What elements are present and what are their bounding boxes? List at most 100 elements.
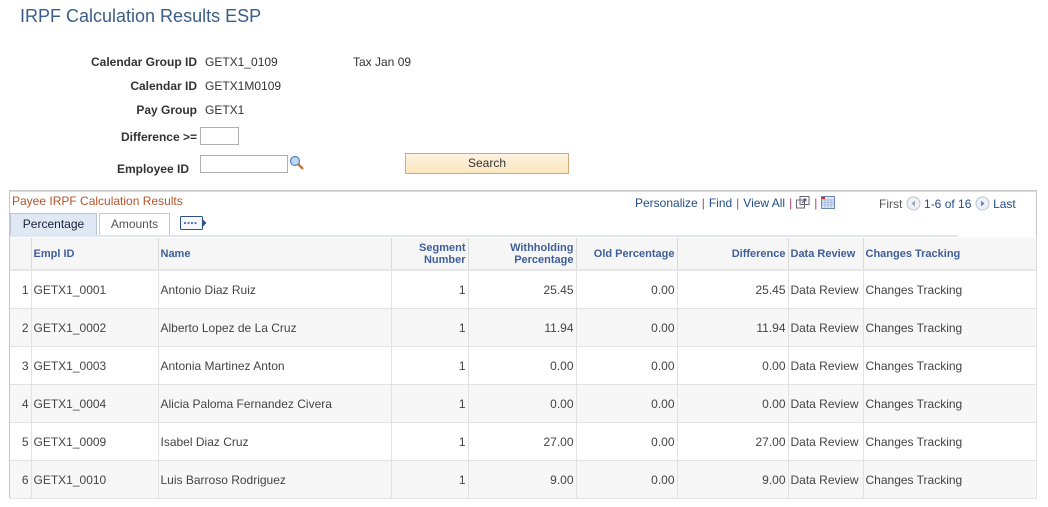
name-cell: Antonio Diaz Ruiz: [158, 270, 392, 309]
name-cell: Antonia Martinez Anton: [158, 346, 392, 385]
row-number: 4: [10, 384, 32, 423]
withholding-percentage-cell: 0.00: [468, 384, 577, 423]
difference-cell: 11.94: [677, 308, 789, 347]
tab-underline: [10, 235, 958, 237]
changes-tracking-link[interactable]: Changes Tracking: [863, 460, 1037, 499]
grid-toolbar: Personalize | Find | View All | |: [635, 196, 836, 212]
page-range: 1-6 of 16: [924, 197, 972, 212]
old-percentage-cell: 0.00: [576, 460, 678, 499]
old-percentage-cell: 0.00: [576, 270, 678, 309]
row-number: 5: [10, 422, 32, 461]
changes-tracking-link[interactable]: Changes Tracking: [863, 308, 1037, 347]
old-percentage-cell: 0.00: [576, 346, 678, 385]
row-number: 1: [10, 270, 32, 309]
withholding-percentage-cell: 11.94: [468, 308, 577, 347]
table-row: 2 GETX1_0002 Alberto Lopez de La Cruz 1 11.9…: [10, 308, 1037, 347]
empl-id-cell: GETX1_0010: [31, 460, 159, 499]
last-link[interactable]: Last: [993, 197, 1016, 211]
old-percentage-cell: 0.00: [576, 422, 678, 461]
pay-group-label: Pay Group: [136, 103, 197, 117]
segment-number-cell: 1: [391, 270, 469, 309]
name-cell: Luis Barroso Rodriguez: [158, 460, 392, 499]
changes-tracking-link[interactable]: Changes Tracking: [863, 270, 1037, 309]
difference-cell: 25.45: [677, 270, 789, 309]
data-review-link[interactable]: Data Review: [788, 460, 864, 499]
grid-title: Payee IRPF Calculation Results: [12, 194, 183, 208]
withholding-percentage-cell: 0.00: [468, 346, 577, 385]
empl-id-cell: GETX1_0003: [31, 346, 159, 385]
first-label[interactable]: First: [879, 197, 902, 211]
col-withholding-percentage[interactable]: Withholding Percentage: [468, 238, 577, 271]
empl-id-cell: GETX1_0001: [31, 270, 159, 309]
personalize-link[interactable]: Personalize: [635, 196, 698, 210]
col-row-number: [10, 238, 32, 271]
old-percentage-cell: 0.00: [576, 384, 678, 423]
difference-cell: 9.00: [677, 460, 789, 499]
withholding-percentage-cell: 25.45: [468, 270, 577, 309]
table-row: 5 GETX1_0009 Isabel Diaz Cruz 1 27.00 0.00 27.…: [10, 422, 1037, 461]
col-changes-tracking[interactable]: Changes Tracking: [863, 238, 1037, 271]
calendar-id-label: Calendar ID: [130, 79, 197, 93]
table-row: 1 GETX1_0001 Antonio Diaz Ruiz 1 25.45 0.00 25…: [10, 270, 1037, 309]
results-table: Empl ID Name Segment Number Withholding …: [10, 238, 1037, 499]
empl-id-cell: GETX1_0004: [31, 384, 159, 423]
difference-cell: 0.00: [677, 384, 789, 423]
tab-percentage[interactable]: Percentage: [10, 213, 97, 235]
changes-tracking-link[interactable]: Changes Tracking: [863, 422, 1037, 461]
data-review-link[interactable]: Data Review: [788, 384, 864, 423]
empl-id-cell: GETX1_0009: [31, 422, 159, 461]
difference-cell: 27.00: [677, 422, 789, 461]
segment-number-cell: 1: [391, 308, 469, 347]
show-all-columns-icon[interactable]: [180, 216, 207, 234]
calendar-group-id-value: GETX1_0109: [205, 55, 278, 69]
difference-cell: 0.00: [677, 346, 789, 385]
difference-input[interactable]: [200, 127, 239, 145]
calendar-group-id-label: Calendar Group ID: [90, 55, 197, 69]
name-cell: Alicia Paloma Fernandez Civera: [158, 384, 392, 423]
new-window-icon[interactable]: [796, 196, 810, 212]
name-cell: Isabel Diaz Cruz: [158, 422, 392, 461]
col-empl-id[interactable]: Empl ID: [31, 238, 159, 271]
table-row: 3 GETX1_0003 Antonia Martinez Anton 1 0.00 0.…: [10, 346, 1037, 385]
empl-id-cell: GETX1_0002: [31, 308, 159, 347]
segment-number-cell: 1: [391, 384, 469, 423]
download-spreadsheet-icon[interactable]: [821, 196, 836, 212]
view-all-link[interactable]: View All: [743, 196, 785, 210]
changes-tracking-link[interactable]: Changes Tracking: [863, 346, 1037, 385]
employee-id-input[interactable]: [200, 155, 288, 173]
find-link[interactable]: Find: [709, 196, 732, 210]
row-number: 2: [10, 308, 32, 347]
table-row: 4 GETX1_0004 Alicia Paloma Fernandez Civer…: [10, 384, 1037, 423]
data-review-link[interactable]: Data Review: [788, 346, 864, 385]
withholding-percentage-cell: 27.00: [468, 422, 577, 461]
pay-group-value: GETX1: [205, 103, 245, 117]
table-row: 6 GETX1_0010 Luis Barroso Rodriguez 1 9.00 0.…: [10, 460, 1037, 499]
calendar-group-description: Tax Jan 09: [353, 55, 412, 69]
table-header-row: Empl ID Name Segment Number Withholding …: [10, 238, 1037, 271]
col-name[interactable]: Name: [158, 238, 392, 271]
difference-label: Difference >=: [120, 130, 197, 144]
search-button[interactable]: Search: [405, 153, 569, 174]
col-old-percentage[interactable]: Old Percentage: [576, 238, 678, 271]
data-review-link[interactable]: Data Review: [788, 308, 864, 347]
col-data-review[interactable]: Data Review: [788, 238, 864, 271]
segment-number-cell: 1: [391, 460, 469, 499]
col-difference[interactable]: Difference: [677, 238, 789, 271]
col-segment-number[interactable]: Segment Number: [391, 238, 469, 271]
changes-tracking-link[interactable]: Changes Tracking: [863, 384, 1037, 423]
page-title: IRPF Calculation Results ESP: [20, 6, 262, 26]
segment-number-cell: 1: [391, 346, 469, 385]
pagination: First 1-6 of 16 Last: [879, 196, 1016, 214]
data-review-link[interactable]: Data Review: [788, 270, 864, 309]
next-page-icon[interactable]: [975, 196, 990, 214]
lookup-search-icon[interactable]: [289, 155, 305, 174]
previous-page-icon[interactable]: [906, 196, 921, 214]
row-number: 6: [10, 460, 32, 499]
tab-amounts[interactable]: Amounts: [99, 213, 170, 235]
data-review-link[interactable]: Data Review: [788, 422, 864, 461]
segment-number-cell: 1: [391, 422, 469, 461]
employee-id-label: Employee ID: [116, 162, 189, 176]
old-percentage-cell: 0.00: [576, 308, 678, 347]
calendar-id-value: GETX1M0109: [205, 79, 282, 93]
withholding-percentage-cell: 9.00: [468, 460, 577, 499]
